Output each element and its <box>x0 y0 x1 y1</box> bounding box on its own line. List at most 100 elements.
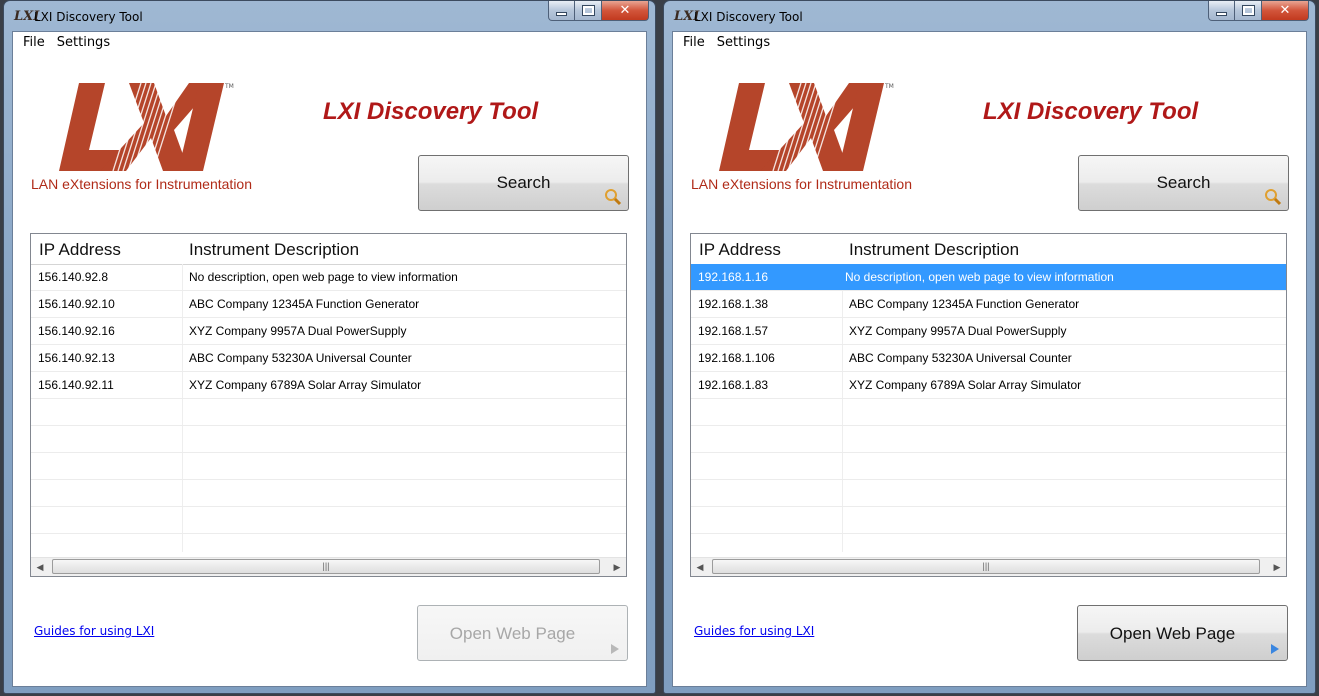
search-button-label: Search <box>1156 173 1211 192</box>
table-row[interactable]: 192.168.1.83 XYZ Company 6789A Solar Arr… <box>691 372 1286 399</box>
row-ip: 192.168.1.16 <box>698 270 769 284</box>
horizontal-scrollbar[interactable]: ◀ ||| ▶ <box>31 557 626 576</box>
open-web-page-label: Open Web Page <box>1109 624 1236 643</box>
lxi-logo: TM <box>53 78 243 178</box>
row-ip: 156.140.92.10 <box>38 297 115 311</box>
scroll-thumb[interactable]: ||| <box>52 559 600 574</box>
open-web-page-button[interactable]: Open Web Page <box>417 605 628 661</box>
close-icon: ✕ <box>1279 3 1291 18</box>
list-rows: 156.140.92.8 No description, open web pa… <box>31 264 626 534</box>
grip-icon: ||| <box>982 561 990 571</box>
row-description: ABC Company 53230A Universal Counter <box>849 351 1072 365</box>
lxi-logo-icon: TM <box>59 82 234 172</box>
search-button[interactable]: Search <box>1078 155 1289 211</box>
table-row[interactable]: 156.140.92.13 ABC Company 53230A Univers… <box>31 345 626 372</box>
client-area: File Settings TM LAN eXtensions for Inst… <box>12 31 647 687</box>
title-bar[interactable]: LXI LXI Discovery Tool ✕ <box>664 1 1315 31</box>
minimize-button[interactable] <box>1208 1 1235 21</box>
menu-bar: File Settings <box>673 32 778 54</box>
row-description: No description, open web page to view in… <box>189 270 458 284</box>
menu-settings[interactable]: Settings <box>713 32 778 54</box>
tagline: LAN eXtensions for Instrumentation <box>691 176 913 192</box>
horizontal-scrollbar[interactable]: ◀ ||| ▶ <box>691 557 1286 576</box>
row-description: XYZ Company 6789A Solar Array Simulator <box>189 378 422 392</box>
column-header-description[interactable]: Instrument Description <box>849 240 1019 260</box>
row-ip: 156.140.92.16 <box>38 324 115 338</box>
play-arrow-icon <box>611 644 619 654</box>
row-ip: 156.140.92.11 <box>38 378 114 392</box>
empty-row <box>691 399 1286 426</box>
instrument-list[interactable]: IP Address Instrument Description 156.14… <box>30 233 627 577</box>
table-row[interactable]: 156.140.92.8 No description, open web pa… <box>31 264 626 291</box>
empty-row <box>691 426 1286 453</box>
lxi-logo-icon: TM <box>719 82 894 172</box>
empty-row <box>691 480 1286 507</box>
list-header: IP Address Instrument Description <box>31 234 626 265</box>
column-header-description[interactable]: Instrument Description <box>189 240 359 260</box>
menu-file[interactable]: File <box>679 32 713 54</box>
minimize-icon <box>1216 11 1227 16</box>
close-button[interactable]: ✕ <box>602 1 649 21</box>
svg-text:TM: TM <box>224 83 234 90</box>
empty-row <box>31 453 626 480</box>
app-title: LXI Discovery Tool <box>323 98 539 125</box>
open-web-page-button[interactable]: Open Web Page <box>1077 605 1288 661</box>
maximize-icon <box>1241 5 1255 16</box>
empty-row <box>31 507 626 534</box>
list-header: IP Address Instrument Description <box>691 234 1286 265</box>
row-description: XYZ Company 9957A Dual PowerSupply <box>849 324 1067 338</box>
empty-row <box>31 426 626 453</box>
table-row[interactable]: 192.168.1.38 ABC Company 12345A Function… <box>691 291 1286 318</box>
table-row[interactable]: 156.140.92.11 XYZ Company 6789A Solar Ar… <box>31 372 626 399</box>
play-arrow-icon <box>1271 644 1279 654</box>
app-title: LXI Discovery Tool <box>983 98 1199 125</box>
empty-row <box>31 480 626 507</box>
empty-row <box>691 507 1286 534</box>
minimize-button[interactable] <box>548 1 575 21</box>
row-ip: 192.168.1.57 <box>698 324 769 338</box>
guides-link[interactable]: Guides for using LXI <box>34 624 154 638</box>
menu-file[interactable]: File <box>19 32 53 54</box>
column-header-ip[interactable]: IP Address <box>699 240 781 260</box>
maximize-icon <box>581 5 595 16</box>
menu-bar: File Settings <box>13 32 118 54</box>
table-row-selected[interactable]: 192.168.1.16 No description, open web pa… <box>691 264 1286 291</box>
row-description: ABC Company 12345A Function Generator <box>849 297 1080 311</box>
search-button[interactable]: Search <box>418 155 629 211</box>
lxi-logo: TM <box>713 78 903 178</box>
maximize-button[interactable] <box>1235 1 1262 21</box>
row-ip: 192.168.1.83 <box>698 378 769 392</box>
row-ip: 156.140.92.13 <box>38 351 115 365</box>
open-web-page-label: Open Web Page <box>449 624 576 643</box>
menu-settings[interactable]: Settings <box>53 32 118 54</box>
guides-link[interactable]: Guides for using LXI <box>694 624 814 638</box>
table-row[interactable]: 192.168.1.106 ABC Company 53230A Univers… <box>691 345 1286 372</box>
window-controls: ✕ <box>1208 1 1309 23</box>
search-button-label: Search <box>496 173 551 192</box>
minimize-icon <box>556 11 567 16</box>
table-row[interactable]: 192.168.1.57 XYZ Company 9957A Dual Powe… <box>691 318 1286 345</box>
instrument-list[interactable]: IP Address Instrument Description 192.16… <box>690 233 1287 577</box>
row-description: ABC Company 53230A Universal Counter <box>189 351 412 365</box>
scroll-thumb[interactable]: ||| <box>712 559 1260 574</box>
table-row[interactable]: 156.140.92.16 XYZ Company 9957A Dual Pow… <box>31 318 626 345</box>
close-icon: ✕ <box>619 3 631 18</box>
maximize-button[interactable] <box>575 1 602 21</box>
empty-row <box>691 453 1286 480</box>
close-button[interactable]: ✕ <box>1262 1 1309 21</box>
table-row[interactable]: 156.140.92.10 ABC Company 12345A Functio… <box>31 291 626 318</box>
title-bar[interactable]: LXI LXI Discovery Tool ✕ <box>4 1 655 31</box>
list-rows: 192.168.1.16 No description, open web pa… <box>691 264 1286 534</box>
column-header-ip[interactable]: IP Address <box>39 240 121 260</box>
svg-text:TM: TM <box>884 83 894 90</box>
window-left: LXI LXI Discovery Tool ✕ File Settings T… <box>3 0 656 694</box>
scroll-left-arrow-icon[interactable]: ◀ <box>33 561 47 573</box>
scroll-right-arrow-icon[interactable]: ▶ <box>610 561 624 573</box>
scroll-right-arrow-icon[interactable]: ▶ <box>1270 561 1284 573</box>
row-ip: 156.140.92.8 <box>38 270 109 284</box>
window-controls: ✕ <box>548 1 649 23</box>
row-description: XYZ Company 6789A Solar Array Simulator <box>849 378 1082 392</box>
row-description: No description, open web page to view in… <box>845 270 1114 284</box>
search-icon <box>605 189 622 206</box>
scroll-left-arrow-icon[interactable]: ◀ <box>693 561 707 573</box>
